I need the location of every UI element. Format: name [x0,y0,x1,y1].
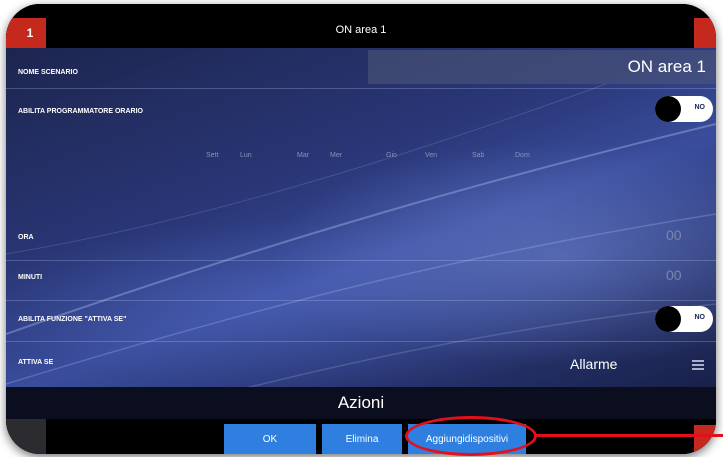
nome-scenario-value: ON area 1 [627,57,706,76]
app-logo-label: 1 [26,26,34,40]
abilita-programmatore-label: ABILITA PROGRAMMATORE ORARIO [18,108,143,115]
day-gio[interactable]: Gio [386,152,397,159]
ok-button[interactable]: OK [224,424,316,454]
minuti-label: MINUTI [18,274,43,281]
toggle-state: NO [694,314,706,321]
abilita-programmatore-toggle[interactable]: NO [655,96,713,122]
toggle-state: NO [694,104,706,111]
attiva-se-label: ATTIVA SE [18,359,54,366]
nome-scenario-label: NOME SCENARIO [18,69,78,76]
day-dom[interactable]: Dom [515,152,530,159]
elimina-button[interactable]: Elimina [322,424,402,454]
abilita-attiva-se-label: ABILITA FUNZIONE "ATTIVA SE" [18,316,127,323]
abilita-programmatore-row: ABILITA PROGRAMMATORE ORARIO [6,89,716,133]
day-mer[interactable]: Mer [330,152,342,159]
hamburger-menu-icon[interactable] [692,360,704,370]
highlight-pointer-line [535,434,723,437]
highlight-ellipse [405,416,537,456]
nome-scenario-input[interactable]: ON area 1 [368,50,716,84]
ora-row: ORA [6,219,716,259]
footer-right-button[interactable] [694,425,716,454]
day-lun[interactable]: Lun [240,152,252,159]
day-ven[interactable]: Ven [425,152,437,159]
minuti-row: MINUTI [6,261,716,301]
window-title: ON area 1 [335,24,387,36]
close-button[interactable] [694,18,716,48]
title-bar: 1 ON area 1 [6,4,716,48]
ora-label: ORA [18,234,34,241]
toggle-knob [655,306,681,332]
azioni-header: Azioni [6,387,716,419]
minuti-value[interactable]: 00 [666,267,682,283]
toggle-knob [655,96,681,122]
day-sett[interactable]: Sett [206,152,218,159]
day-sab[interactable]: Sab [472,152,484,159]
app-window: 1 ON area 1 NOME SCENARIO ON area 1 ABIL… [6,4,716,454]
footer-left-panel [6,419,46,454]
abilita-attiva-se-toggle[interactable]: NO [655,306,713,332]
day-mar[interactable]: Mar [297,152,309,159]
attiva-se-value[interactable]: Allarme [570,356,617,372]
azioni-label: Azioni [337,393,385,412]
abilita-attiva-se-row: ABILITA FUNZIONE "ATTIVA SE" [6,301,716,341]
ora-value[interactable]: 00 [666,227,682,243]
app-logo-icon[interactable]: 1 [6,18,46,48]
